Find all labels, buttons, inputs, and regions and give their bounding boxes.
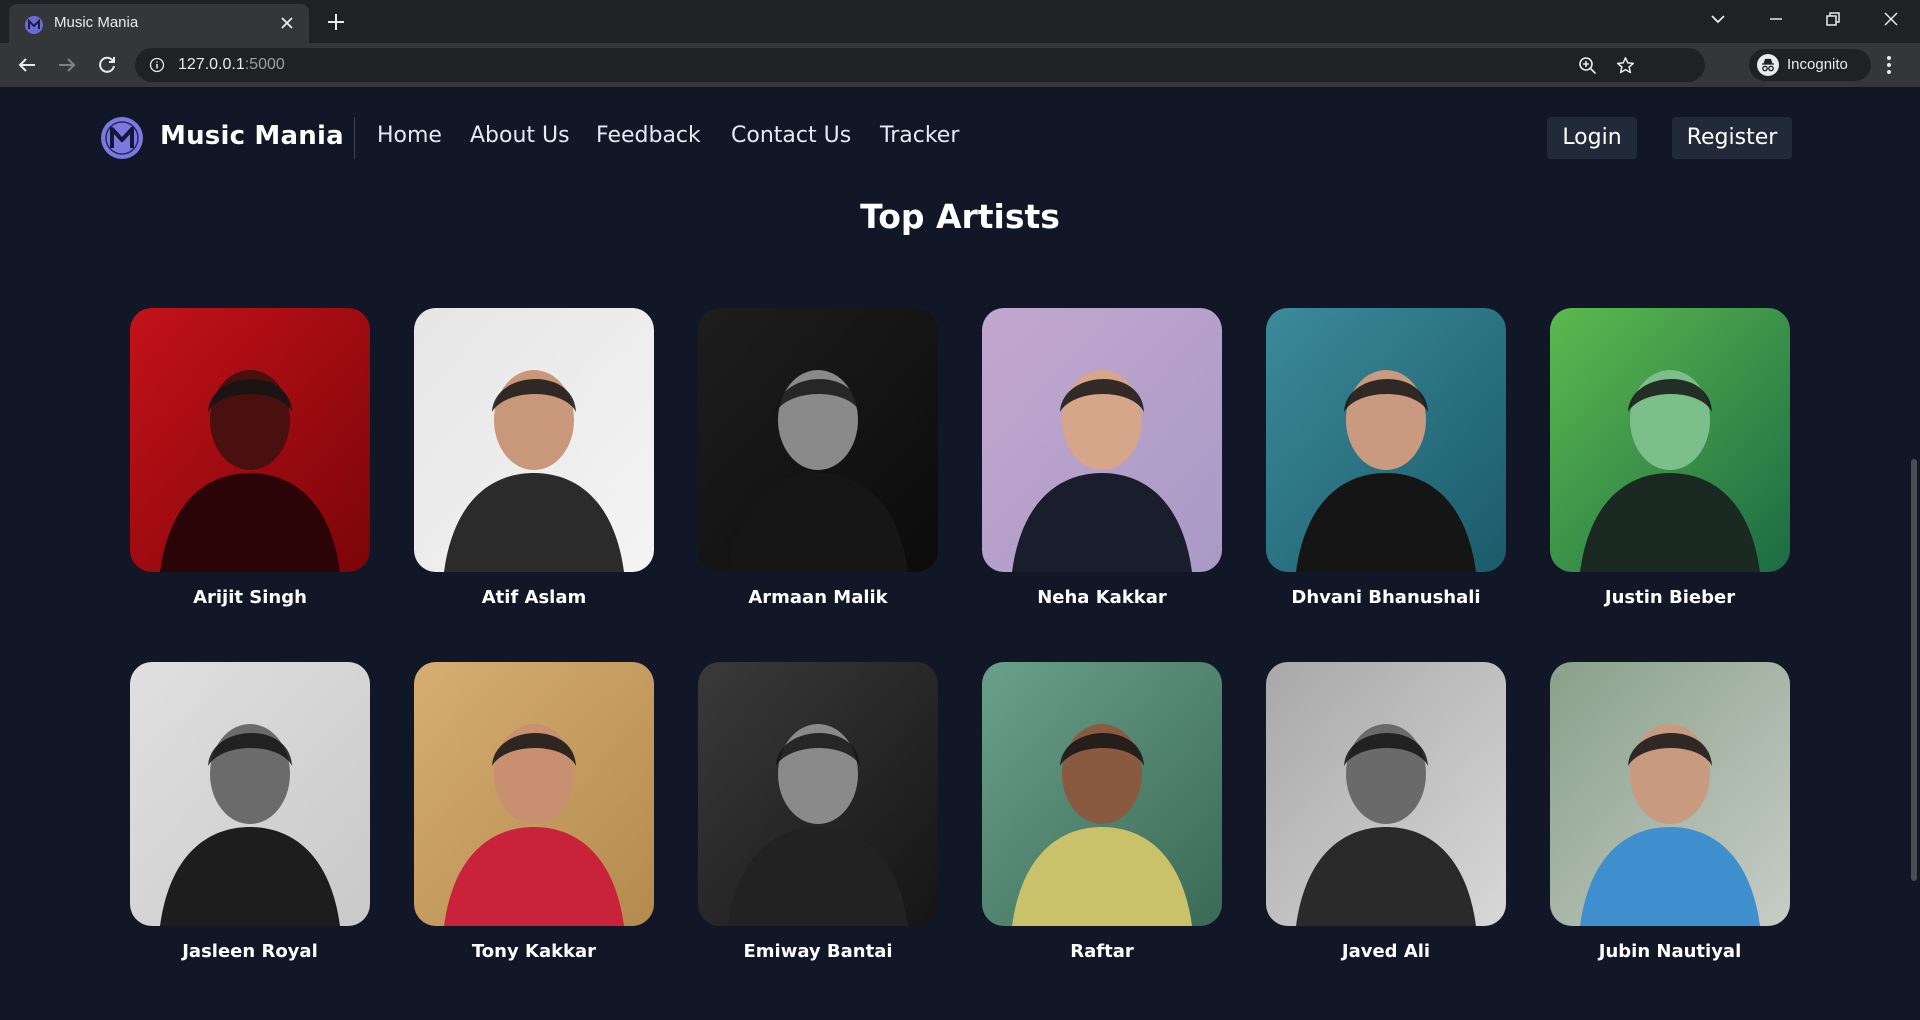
artist-name[interactable]: Jubin Nautiyal — [1550, 941, 1790, 962]
address-bar[interactable]: 127.0.0.1:5000 — [135, 48, 1705, 82]
artist-photo[interactable] — [414, 662, 654, 926]
artist-name[interactable]: Justin Bieber — [1550, 587, 1790, 608]
artist-card[interactable]: Raftar — [982, 662, 1222, 962]
page-viewport: Music Mania Home About Us Feedback Conta… — [0, 87, 1908, 1020]
section-title: Top Artists — [860, 197, 1060, 236]
artist-name[interactable]: Atif Aslam — [414, 587, 654, 608]
artist-card[interactable]: Emiway Bantai — [698, 662, 938, 962]
artist-name[interactable]: Armaan Malik — [698, 587, 938, 608]
artist-card[interactable]: Armaan Malik — [698, 308, 938, 608]
artist-name[interactable]: Dhvani Bhanushali — [1266, 587, 1506, 608]
brand-name[interactable]: Music Mania — [160, 121, 344, 151]
incognito-icon — [1757, 54, 1779, 76]
incognito-label: Incognito — [1787, 56, 1848, 73]
artist-photo[interactable] — [1266, 308, 1506, 572]
artist-photo[interactable] — [982, 662, 1222, 926]
incognito-profile-button[interactable]: Incognito — [1749, 49, 1871, 81]
artist-card[interactable]: Jubin Nautiyal — [1550, 662, 1790, 962]
url-port: :5000 — [244, 56, 285, 73]
new-tab-icon[interactable] — [325, 11, 347, 33]
artist-photo[interactable] — [130, 308, 370, 572]
artist-photo[interactable] — [698, 662, 938, 926]
artist-name[interactable]: Tony Kakkar — [414, 941, 654, 962]
artist-name[interactable]: Emiway Bantai — [698, 941, 938, 962]
nav-about-us[interactable]: About Us — [470, 123, 570, 148]
music-mania-favicon — [25, 16, 43, 34]
url-host: 127.0.0.1 — [178, 56, 245, 73]
artist-card[interactable]: Tony Kakkar — [414, 662, 654, 962]
bookmark-star-icon[interactable] — [1616, 56, 1635, 75]
page-scrollbar[interactable] — [1908, 87, 1920, 1020]
artist-card[interactable]: Jasleen Royal — [130, 662, 370, 962]
register-button[interactable]: Register — [1672, 117, 1792, 159]
nav-divider — [354, 117, 355, 159]
reload-icon[interactable] — [95, 53, 119, 77]
artist-photo[interactable] — [130, 662, 370, 926]
artist-name[interactable]: Neha Kakkar — [982, 587, 1222, 608]
artist-photo[interactable] — [1550, 662, 1790, 926]
scrollbar-thumb[interactable] — [1911, 459, 1917, 881]
browser-tab[interactable]: Music Mania — [9, 4, 309, 43]
artist-photo[interactable] — [1550, 308, 1790, 572]
browser-toolbar: 127.0.0.1:5000 Incognito — [0, 43, 1920, 87]
artist-photo[interactable] — [698, 308, 938, 572]
artist-photo[interactable] — [414, 308, 654, 572]
site-info-icon[interactable] — [149, 57, 165, 73]
login-button[interactable]: Login — [1547, 117, 1637, 159]
window-close-icon[interactable] — [1880, 8, 1902, 30]
artist-name[interactable]: Jasleen Royal — [130, 941, 370, 962]
artist-name[interactable]: Arijit Singh — [130, 587, 370, 608]
restore-icon[interactable] — [1822, 8, 1844, 30]
nav-home[interactable]: Home — [377, 123, 442, 148]
artist-name[interactable]: Raftar — [982, 941, 1222, 962]
url-text[interactable]: 127.0.0.1:5000 — [178, 56, 285, 74]
artist-photo[interactable] — [982, 308, 1222, 572]
back-arrow-icon[interactable] — [15, 53, 39, 77]
artist-card[interactable]: Neha Kakkar — [982, 308, 1222, 608]
artist-card[interactable]: Javed Ali — [1266, 662, 1506, 962]
forward-arrow-icon[interactable] — [55, 53, 79, 77]
artist-card[interactable]: Justin Bieber — [1550, 308, 1790, 608]
browser-tab-strip: Music Mania — [0, 0, 1920, 43]
artist-card[interactable]: Atif Aslam — [414, 308, 654, 608]
nav-feedback[interactable]: Feedback — [596, 123, 701, 148]
site-navbar: Music Mania Home About Us Feedback Conta… — [0, 87, 1908, 177]
browser-menu-icon[interactable] — [1886, 54, 1892, 76]
tab-title: Music Mania — [54, 14, 139, 31]
artist-name[interactable]: Javed Ali — [1266, 941, 1506, 962]
artist-card[interactable]: Arijit Singh — [130, 308, 370, 608]
nav-contact-us[interactable]: Contact Us — [731, 123, 851, 148]
tab-search-chevron-icon[interactable] — [1707, 8, 1729, 30]
minimize-icon[interactable] — [1765, 8, 1787, 30]
music-mania-logo-icon[interactable] — [101, 117, 143, 159]
zoom-icon[interactable] — [1578, 56, 1597, 75]
nav-tracker[interactable]: Tracker — [880, 123, 959, 148]
close-icon[interactable] — [279, 15, 295, 31]
artist-photo[interactable] — [1266, 662, 1506, 926]
artist-card[interactable]: Dhvani Bhanushali — [1266, 308, 1506, 608]
